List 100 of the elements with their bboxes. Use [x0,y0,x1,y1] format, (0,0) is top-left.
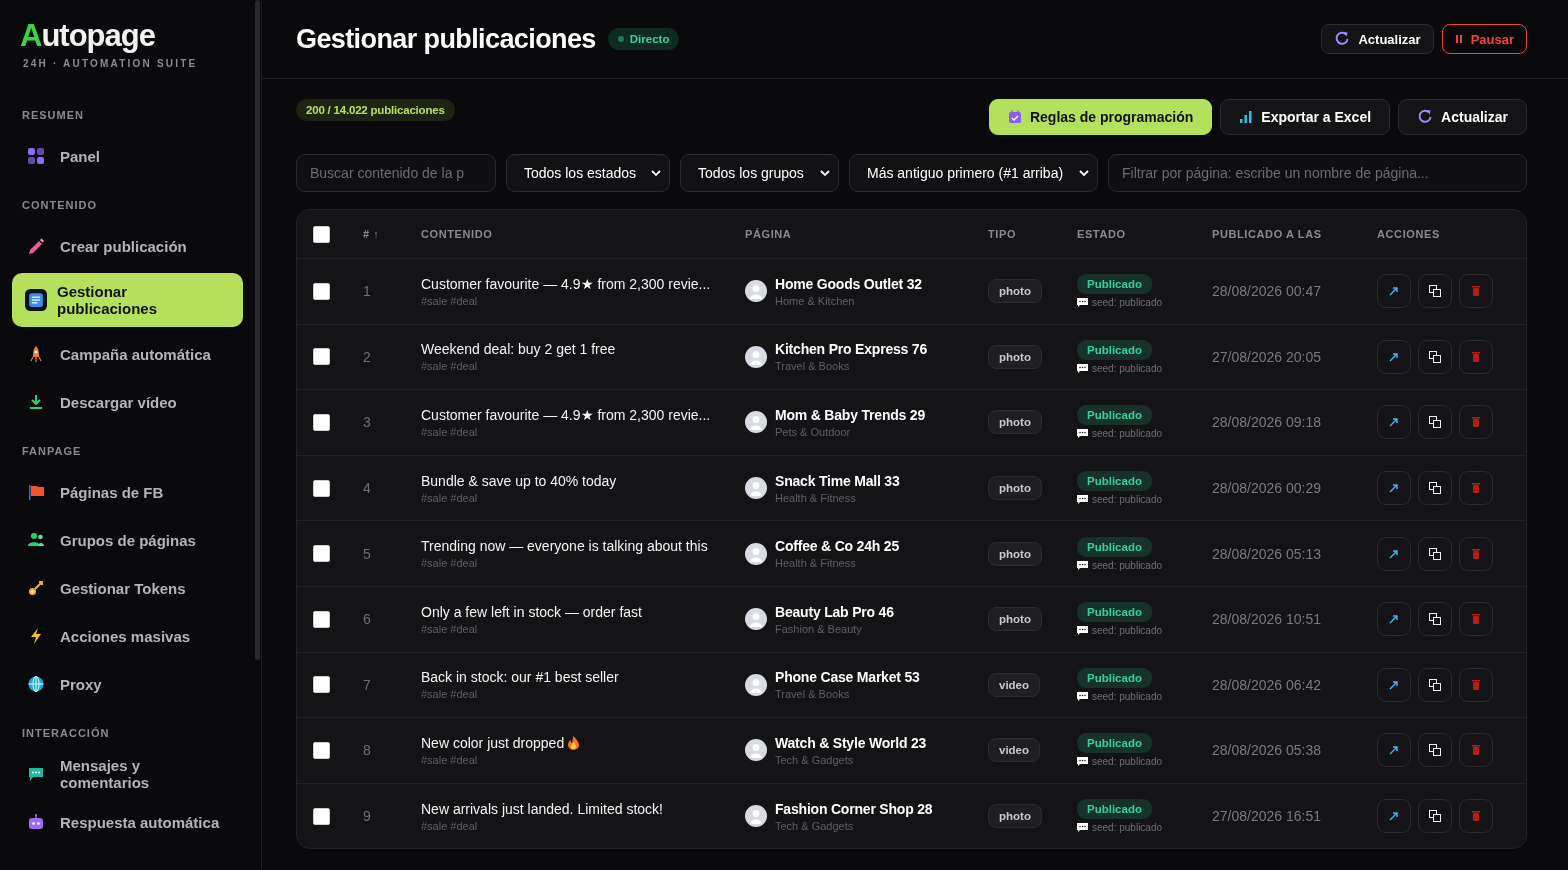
checkbox[interactable] [313,610,330,628]
open-button[interactable] [1377,667,1411,702]
sidebar-item[interactable]: Acciones masivas [12,612,243,660]
delete-button[interactable] [1459,339,1493,374]
publish-time: 28/08/2026 05:13 [1212,545,1321,562]
open-button[interactable] [1377,274,1411,309]
status-badge: Publicado [1077,733,1152,754]
delete-button[interactable] [1459,471,1493,506]
scrollbar[interactable] [255,0,260,660]
page-category: Tech & Gadgets [775,753,854,766]
arrow-icon [1389,679,1399,690]
dropdown[interactable]: Todos los estados [506,154,670,192]
sidebar-item[interactable]: Descargar vídeo [12,378,243,426]
open-button[interactable] [1377,536,1411,571]
dropdown[interactable]: Más antiguo primero (#1 arriba) [849,154,1098,192]
duplicate-button[interactable] [1418,799,1452,834]
duplicate-button[interactable] [1418,274,1452,309]
section-label: CONTENIDO [21,199,98,213]
dropdown[interactable]: Todos los grupos [680,154,839,192]
section-label: INTERACCIÓN [21,727,111,741]
open-button[interactable] [1377,405,1411,440]
button[interactable]: Reglas de programación [988,99,1213,135]
duplicate-button[interactable] [1418,733,1452,768]
row-number: 7 [363,676,371,693]
sidebar-item[interactable]: Mensajes y comentarios [12,750,243,798]
column-header[interactable]: # ↑ [363,228,380,240]
trash-icon [1472,548,1480,559]
copy-icon [1429,678,1441,691]
publish-time: 27/08/2026 16:51 [1212,808,1321,825]
post-text: Back in stock: our #1 best seller [421,669,619,686]
open-button[interactable] [1377,602,1411,637]
status-note: seed: publicado [1092,756,1163,768]
column-header[interactable]: TIPO [988,228,1017,240]
duplicate-button[interactable] [1418,536,1452,571]
type-badge: photo [988,344,1042,369]
delete-button[interactable] [1459,536,1493,571]
checkbox[interactable] [313,479,330,497]
open-button[interactable] [1377,471,1411,506]
sidebar-item[interactable]: Crear publicación [12,222,243,270]
sidebar-item[interactable]: Grupos de páginas [12,516,243,564]
copy-icon [1429,482,1441,495]
trash-icon [1472,286,1480,297]
button[interactable]: Actualizar [1321,24,1434,54]
duplicate-button[interactable] [1418,667,1452,702]
delete-button[interactable] [1459,602,1493,637]
duplicate-button[interactable] [1418,339,1452,374]
sidebar-item[interactable]: Panel [12,132,243,180]
copy-icon [1429,613,1441,626]
page-name: Watch & Style World 23 [775,734,927,751]
open-button[interactable] [1377,733,1411,768]
open-button[interactable] [1377,799,1411,834]
flag-icon [28,484,44,500]
avatar-icon [745,805,767,828]
type-badge: photo [988,804,1042,829]
status-badge: Publicado [1077,405,1152,426]
search-field[interactable]: Buscar contenido de la p [296,154,496,192]
button[interactable]: Actualizar [1398,99,1527,135]
sidebar-item[interactable]: Campaña automática [12,330,243,378]
delete-button[interactable] [1459,405,1493,440]
sidebar-item[interactable]: Páginas de FB [12,468,243,516]
duplicate-button[interactable] [1418,471,1452,506]
open-button[interactable] [1377,339,1411,374]
duplicate-button[interactable] [1418,602,1452,637]
delete-button[interactable] [1459,733,1493,768]
post-text: Weekend deal: buy 2 get 1 free [421,341,616,358]
checkbox[interactable] [313,545,330,563]
status-note: seed: publicado [1092,428,1163,440]
checkbox[interactable] [313,348,330,366]
checkbox[interactable] [313,676,330,694]
hashtags: #sale #deal [421,426,478,438]
copy-icon [1429,350,1441,363]
sidebar-item[interactable]: Gestionar Tokens [12,564,243,612]
column-header[interactable]: ACCIONES [1377,228,1440,240]
checkbox[interactable] [313,807,330,825]
comment-icon [1077,495,1088,505]
page-category: Fashion & Beauty [775,622,862,635]
checkbox[interactable] [313,414,330,431]
trash-icon [1472,745,1480,756]
status-badge: Publicado [1077,667,1152,688]
checkbox[interactable] [313,282,330,300]
page-category: Travel & Books [775,688,850,701]
publish-time: 27/08/2026 20:05 [1212,348,1321,365]
page-name: Phone Case Market 53 [775,669,920,686]
delete-button[interactable] [1459,667,1493,702]
column-header[interactable]: CONTENIDO [421,228,493,240]
column-header[interactable]: ESTADO [1077,228,1126,240]
duplicate-button[interactable] [1418,405,1452,440]
button[interactable]: Pausar [1441,24,1527,54]
checkbox[interactable] [313,225,330,243]
column-header[interactable]: PÁGINA [745,228,792,240]
button[interactable]: Exportar a Excel [1220,99,1391,135]
delete-button[interactable] [1459,799,1493,834]
sidebar-item[interactable]: Proxy [12,660,243,708]
arrow-icon [1389,417,1399,428]
column-header[interactable]: PUBLICADO A LAS [1212,228,1322,240]
delete-button[interactable] [1459,274,1493,309]
sidebar-item[interactable]: Respuesta automática [12,798,243,846]
filter-field[interactable]: Filtrar por página: escribe un nombre de página... [1108,154,1527,192]
sidebar-item[interactable]: Gestionar publicaciones [12,273,243,327]
checkbox[interactable] [313,741,330,759]
